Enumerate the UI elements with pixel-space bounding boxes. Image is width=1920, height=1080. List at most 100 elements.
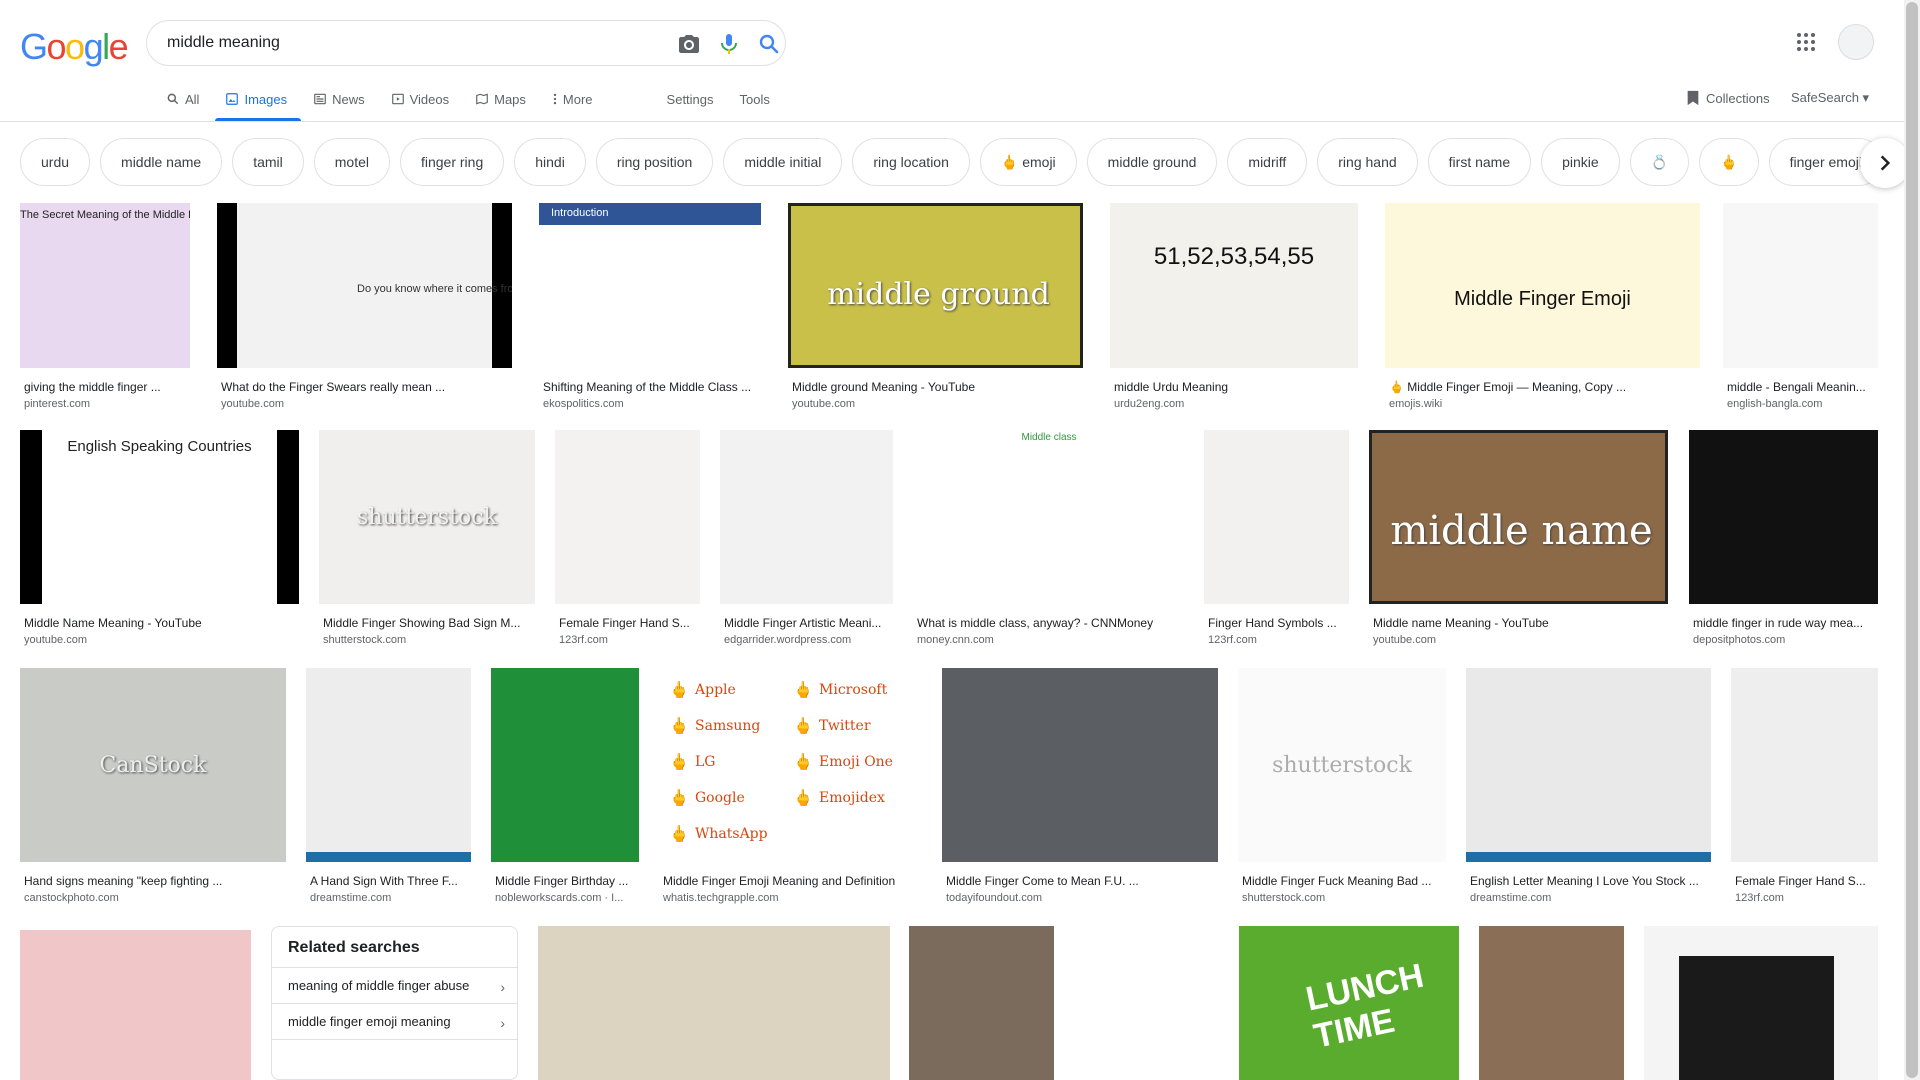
result-thumbnail[interactable]: The Secret Meaning of the Middle Finger [20,203,190,368]
result-thumbnail[interactable]: 51,52,53,54,55 [1110,203,1358,368]
image-result[interactable]: Finger Hand Symbols ... 123rf.com [1204,430,1349,649]
camera-icon[interactable] [677,32,701,56]
result-thumbnail[interactable] [555,430,700,604]
chip[interactable]: urdu [20,138,91,186]
image-result[interactable]: Female Finger Hand S... 123rf.com [1731,668,1878,907]
chip[interactable]: ring position [595,138,714,186]
chip[interactable]: middle name [100,138,223,186]
image-result[interactable]: Middle class What is middle class, anyway… [913,430,1185,649]
chip[interactable]: middle initial [723,138,843,186]
result-thumbnail[interactable]: Introduction [539,203,761,368]
collections-button[interactable]: Collections [1686,90,1770,106]
result-title[interactable]: Middle ground Meaning - YouTube [792,380,1083,394]
result-title[interactable]: Middle Finger Artistic Meani... [724,616,893,630]
result-thumbnail[interactable] [1689,430,1878,604]
image-result[interactable] [1479,926,1624,1080]
result-thumbnail[interactable]: English Speaking Countries [20,430,299,604]
image-result[interactable]: The Secret Meaning of the Middle Finger g… [20,203,190,413]
result-title[interactable]: Shifting Meaning of the Middle Class ... [543,380,761,394]
tab-tools[interactable]: Tools [740,88,770,110]
result-thumbnail[interactable]: Do you know where it comes from? [217,203,512,368]
search-icon[interactable] [757,32,781,56]
image-result[interactable] [1074,926,1219,1080]
result-thumbnail[interactable] [1731,668,1878,862]
result-thumbnail[interactable] [720,430,893,604]
result-title[interactable]: Middle Name Meaning - YouTube [24,616,299,630]
image-result[interactable] [1644,926,1878,1080]
result-title[interactable]: English Letter Meaning I Love You Stock … [1470,874,1711,888]
image-result[interactable]: English Speaking Countries Middle Name Me… [20,430,299,649]
image-result[interactable]: Middle Finger Emoji 🖕 Middle Finger Emoji… [1385,203,1700,413]
related-search-item[interactable]: meaning of middle finger abuse › [272,968,517,1004]
chip[interactable]: finger ring [399,138,505,186]
image-result[interactable]: Introduction Shifting Meaning of the Midd… [539,203,761,413]
result-title[interactable]: Middle Finger Birthday ... [495,874,639,888]
chip[interactable]: first name [1427,138,1532,186]
tab-maps[interactable]: Maps [475,88,526,110]
tab-videos[interactable]: Videos [391,88,449,110]
image-result[interactable]: CanStock Hand signs meaning "keep fightin… [20,668,286,907]
result-title[interactable]: 🖕 Middle Finger Emoji — Meaning, Copy ..… [1389,380,1700,394]
chip[interactable]: motel [313,138,390,186]
result-thumbnail[interactable]: Middle class [913,430,1185,604]
result-title[interactable]: Middle Finger Fuck Meaning Bad ... [1242,874,1446,888]
result-title[interactable]: Female Finger Hand S... [559,616,700,630]
result-title[interactable]: Middle Finger Come to Mean F.U. ... [946,874,1218,888]
image-result[interactable]: A Hand Sign With Three F... dreamstime.co… [306,668,471,907]
chip[interactable]: midriff [1227,138,1308,186]
image-result[interactable]: Do you know where it comes from? What do … [217,203,512,413]
chip[interactable]: 💍 [1629,138,1690,186]
result-title[interactable]: Hand signs meaning "keep fighting ... [24,874,286,888]
scrollbar-thumb[interactable] [1906,2,1918,1078]
result-title[interactable]: middle Urdu Meaning [1114,380,1358,394]
image-result[interactable]: LUNCH TIME [1239,926,1459,1080]
result-thumbnail[interactable] [1204,430,1349,604]
result-thumbnail[interactable]: Middle Finger Emoji [1385,203,1700,368]
result-title[interactable]: Female Finger Hand S... [1735,874,1878,888]
result-title[interactable]: Middle Finger Emoji Meaning and Definiti… [663,874,922,888]
chip[interactable]: tamil [232,138,304,186]
search-input[interactable] [167,32,647,54]
apps-grid-icon[interactable] [1794,30,1818,54]
tab-more[interactable]: More [552,88,593,110]
safesearch-button[interactable]: SafeSearch ▾ [1791,90,1869,106]
chip[interactable]: ring location [852,138,970,186]
image-result[interactable] [909,926,1054,1080]
result-title[interactable]: What do the Finger Swears really mean ..… [221,380,512,394]
chip[interactable]: pinkie [1541,138,1620,186]
image-result[interactable]: middle name Middle name Meaning - YouTube… [1369,430,1668,649]
image-result[interactable]: 51,52,53,54,55 middle Urdu Meaning urdu2en… [1110,203,1358,413]
image-result[interactable]: Middle Finger Birthday ... nobleworkscard… [491,668,639,907]
tab-images[interactable]: Images [225,88,287,110]
result-thumbnail[interactable] [306,668,471,862]
image-result[interactable]: middle - Bengali Meanin... english-bangla… [1723,203,1878,413]
image-result[interactable]: Middle Finger Come to Mean F.U. ... today… [942,668,1218,907]
google-logo[interactable]: Google [20,26,129,68]
tab-all[interactable]: All [166,88,199,110]
chips-next-button[interactable] [1860,138,1910,188]
result-thumbnail[interactable]: middle ground [788,203,1083,368]
image-result[interactable]: Female Finger Hand S... 123rf.com [555,430,700,649]
result-thumbnail[interactable]: shutterstock [1238,668,1446,862]
result-title[interactable]: middle finger in rude way mea... [1693,616,1878,630]
result-thumbnail[interactable] [491,668,639,862]
image-result[interactable]: shutterstock Middle Finger Showing Bad Si… [319,430,535,649]
result-title[interactable]: giving the middle finger ... [24,380,190,394]
tab-news[interactable]: News [313,88,365,110]
image-result[interactable]: shutterstock Middle Finger Fuck Meaning B… [1238,668,1446,907]
result-title[interactable]: What is middle class, anyway? - CNNMoney [917,616,1185,630]
chip[interactable]: middle ground [1086,138,1218,186]
image-result[interactable]: middle finger in rude way mea... depositp… [1689,430,1878,649]
microphone-icon[interactable] [717,32,741,56]
chip[interactable]: 🖕 emoji [979,138,1077,186]
chip[interactable]: hindi [514,138,586,186]
result-thumbnail[interactable]: middle name [1369,430,1668,604]
image-result[interactable]: English Letter Meaning I Love You Stock … [1466,668,1711,907]
image-result[interactable] [20,930,251,1080]
result-thumbnail[interactable]: 🖕 Apple 🖕 Samsung 🖕 LG 🖕 Google 🖕 WhatsApp 🖕 Micros… [659,668,922,862]
image-result[interactable] [538,926,890,1080]
image-result[interactable]: middle ground Middle ground Meaning - You… [788,203,1083,413]
result-title[interactable]: A Hand Sign With Three F... [310,874,471,888]
result-thumbnail[interactable] [1466,668,1711,862]
chip[interactable]: 🖕 [1699,138,1759,186]
